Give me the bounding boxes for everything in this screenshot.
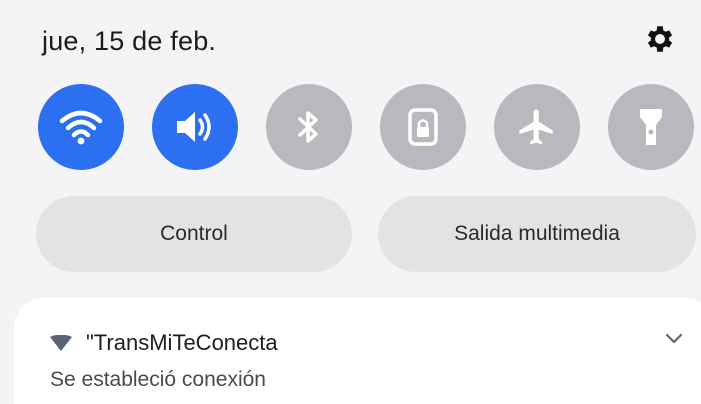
media-output-button-label: Salida multimedia [454, 222, 620, 245]
media-output-button[interactable]: Salida multimedia [378, 196, 696, 272]
sound-toggle[interactable] [152, 84, 238, 170]
gear-icon[interactable] [643, 22, 677, 56]
control-button-label: Control [160, 222, 228, 245]
date-label: jue, 15 de feb. [42, 26, 217, 56]
bluetooth-icon [294, 107, 324, 147]
sound-icon [173, 107, 217, 147]
notification-body: Se estableció conexión [50, 368, 266, 391]
flashlight-icon [636, 105, 666, 149]
flashlight-toggle[interactable] [608, 84, 694, 170]
notification-title: "TransMiTeConecta [86, 330, 278, 355]
airplane-mode-toggle[interactable] [494, 84, 580, 170]
quick-settings-panel: jue, 15 de feb. Control Salida multimedi… [0, 0, 701, 404]
wifi-notification-card[interactable]: "TransMiTeConecta Se estableció conexión [14, 298, 701, 404]
lock-icon [405, 107, 441, 147]
control-button[interactable]: Control [36, 196, 352, 272]
airplane-icon [516, 106, 558, 148]
bluetooth-toggle[interactable] [266, 84, 352, 170]
chevron-down-icon[interactable] [664, 332, 684, 346]
screen-lock-toggle[interactable] [380, 84, 466, 170]
wifi-toggle[interactable] [38, 84, 124, 170]
quick-toggles-row [38, 84, 698, 174]
notification-header: "TransMiTeConecta [50, 330, 278, 356]
wifi-icon [58, 107, 104, 147]
wifi-icon [50, 334, 72, 351]
